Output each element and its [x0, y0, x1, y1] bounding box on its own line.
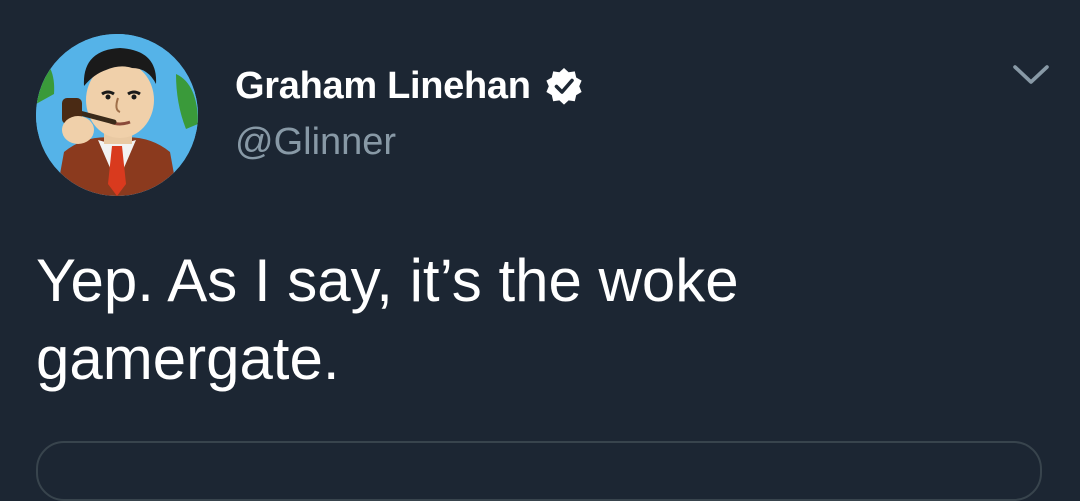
quoted-tweet-card[interactable] [36, 441, 1042, 501]
author-display-name[interactable]: Graham Linehan [235, 65, 531, 108]
author-name-row[interactable]: Graham Linehan [235, 63, 584, 109]
chevron-down-icon[interactable] [1010, 60, 1052, 90]
tweet-text: Yep. As I say, it’s the woke gamergate. [36, 247, 739, 392]
avatar-illustration [36, 34, 198, 196]
verified-badge-icon [544, 66, 584, 106]
avatar[interactable] [36, 34, 198, 196]
tweet: Graham Linehan @Glinner Yep. As I say, i… [0, 0, 1080, 501]
author-handle[interactable]: @Glinner [235, 121, 396, 164]
